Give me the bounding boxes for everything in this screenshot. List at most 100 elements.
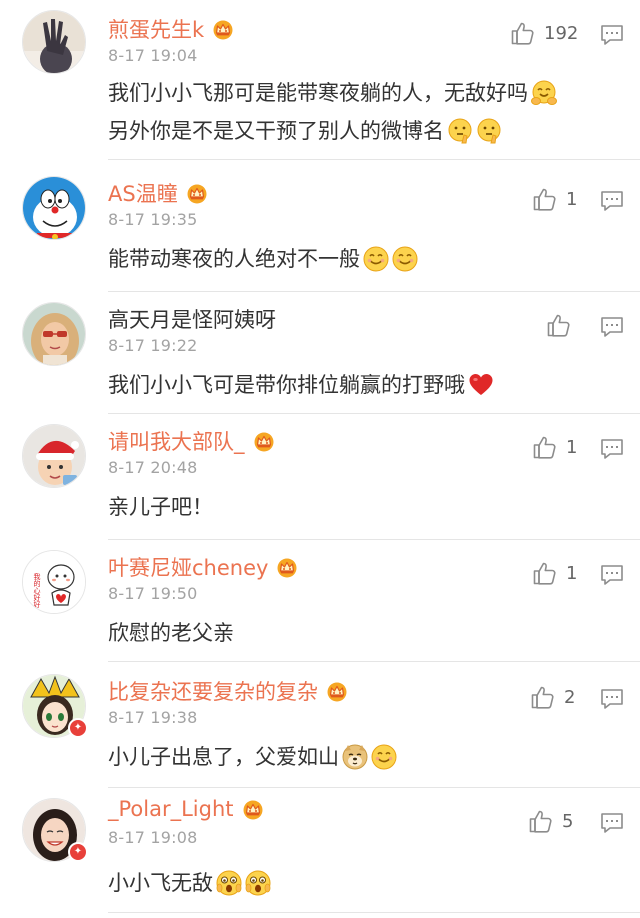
username[interactable]: 高天月是怪阿姨呀 — [108, 304, 276, 334]
like-button[interactable] — [546, 312, 572, 338]
username[interactable]: 比复杂还要复杂的复杂 — [108, 676, 318, 706]
crown-badge-icon — [210, 18, 236, 40]
comment-reply-icon[interactable] — [600, 190, 624, 212]
timestamp: 8-17 19:35 — [108, 210, 198, 229]
comment-line-text: 我们小小飞那可是能带寒夜躺的人，无敌好吗 — [108, 81, 528, 105]
comment-line-text: 欣慰的老父亲 — [108, 621, 234, 645]
comment-reply-icon[interactable] — [600, 688, 624, 710]
comment-item: AS温瞳 8-17 19:35 能带动寒夜的人绝对不一般 1 — [0, 166, 640, 292]
comment-text: 我们小小飞可是带你排位躺赢的打野哦 — [108, 368, 494, 402]
think-emoji-icon — [447, 118, 473, 144]
timestamp: 8-17 19:22 — [108, 336, 198, 355]
doraemon-avatar — [23, 177, 85, 239]
like-button[interactable]: 2 — [530, 684, 575, 710]
comment-text: 欣慰的老父亲 — [108, 616, 234, 650]
comment-reply-icon[interactable] — [600, 24, 624, 46]
username[interactable]: _Polar_Light — [108, 797, 234, 821]
user-avatar[interactable] — [22, 176, 86, 240]
like-count: 2 — [564, 686, 576, 708]
thumbs-up-icon — [532, 560, 558, 586]
name-row: 高天月是怪阿姨呀 — [108, 304, 276, 334]
comment-line: 我们小小飞可是带你排位躺赢的打野哦 — [108, 368, 494, 402]
like-count: 1 — [566, 436, 578, 458]
thumbs-up-icon — [546, 312, 572, 338]
comment-line-text: 另外你是不是又干预了别人的微博名 — [108, 119, 444, 143]
like-count: 1 — [566, 562, 578, 584]
timestamp: 8-17 20:48 — [108, 458, 198, 477]
verified-badge-icon: ✦ — [68, 718, 88, 738]
name-row: 煎蛋先生k — [108, 14, 236, 44]
comment-list: 煎蛋先生k 8-17 19:04 我们小小飞那可是能带寒夜躺的人，无敌好吗 另外… — [0, 0, 640, 918]
username[interactable]: AS温瞳 — [108, 178, 178, 208]
comment-text: 小儿子出息了，父爱如山 — [108, 740, 397, 774]
name-row: 比复杂还要复杂的复杂 — [108, 676, 350, 706]
comment-line-text: 我们小小飞可是带你排位躺赢的打野哦 — [108, 373, 465, 397]
name-row: AS温瞳 — [108, 178, 210, 208]
like-button[interactable]: 5 — [528, 808, 573, 834]
comment-line: 小儿子出息了，父爱如山 — [108, 740, 397, 774]
username[interactable]: 请叫我大部队_ — [108, 426, 245, 456]
divider — [108, 159, 640, 160]
name-row: _Polar_Light — [108, 794, 266, 824]
name-row: 叶赛尼娅cheney — [108, 552, 300, 582]
thumbs-up-icon — [530, 684, 556, 710]
comment-line: 亲儿子吧！ — [108, 490, 213, 524]
comment-item: ✦ _Polar_Light 8-17 19:08 小小飞无敌 5 — [0, 788, 640, 918]
crown-badge-icon — [251, 430, 277, 452]
username[interactable]: 煎蛋先生k — [108, 14, 204, 44]
comment-text: 我们小小飞那可是能带寒夜躺的人，无敌好吗 另外你是不是又干预了别人的微博名 — [108, 76, 557, 148]
crown-badge-icon — [274, 556, 300, 578]
comment-text: 亲儿子吧！ — [108, 490, 213, 524]
think-emoji-icon — [476, 118, 502, 144]
doge-emoji-icon — [342, 744, 368, 770]
user-avatar[interactable]: 我的心好好 — [22, 550, 86, 614]
divider — [108, 661, 640, 662]
comment-line: 能带动寒夜的人绝对不一般 — [108, 242, 418, 276]
shocked-emoji-icon — [245, 870, 271, 896]
timestamp: 8-17 19:50 — [108, 584, 198, 603]
comment-text: 小小飞无敌 — [108, 866, 271, 900]
name-row: 请叫我大部队_ — [108, 426, 277, 456]
user-avatar[interactable] — [22, 302, 86, 366]
thumbs-up-icon — [532, 186, 558, 212]
crown-badge-icon — [240, 798, 266, 820]
comment-reply-icon[interactable] — [600, 564, 624, 586]
smile-emoji-icon — [363, 246, 389, 272]
smile-emoji-icon — [392, 246, 418, 272]
like-button[interactable]: 192 — [510, 20, 578, 46]
comment-reply-icon[interactable] — [600, 438, 624, 460]
comment-item: 煎蛋先生k 8-17 19:04 我们小小飞那可是能带寒夜躺的人，无敌好吗 另外… — [0, 0, 640, 160]
comment-line-text: 小儿子出息了，父爱如山 — [108, 745, 339, 769]
comment-line-text: 亲儿子吧！ — [108, 495, 213, 519]
comment-line: 小小飞无敌 — [108, 866, 271, 900]
crown-badge-icon — [324, 680, 350, 702]
comment-item: 高天月是怪阿姨呀 8-17 19:22 我们小小飞可是带你排位躺赢的打野哦 — [0, 292, 640, 414]
comment-reply-icon[interactable] — [600, 316, 624, 338]
comment-item: 请叫我大部队_ 8-17 20:48 亲儿子吧！ 1 — [0, 414, 640, 540]
timestamp: 8-17 19:38 — [108, 708, 198, 727]
like-count: 1 — [566, 188, 578, 210]
timestamp: 8-17 19:04 — [108, 46, 198, 65]
comment-text: 能带动寒夜的人绝对不一般 — [108, 242, 418, 276]
hug-emoji-icon — [531, 80, 557, 106]
comment-line-text: 能带动寒夜的人绝对不一般 — [108, 247, 360, 271]
smile-emoji-icon — [371, 744, 397, 770]
user-avatar[interactable] — [22, 424, 86, 488]
heart-emoji-icon — [468, 372, 494, 398]
comment-line: 我们小小飞那可是能带寒夜躺的人，无敌好吗 — [108, 76, 557, 110]
like-button[interactable]: 1 — [532, 560, 577, 586]
comment-line: 欣慰的老父亲 — [108, 616, 234, 650]
cartoon-heart-avatar: 我的心好好 — [23, 551, 85, 613]
comment-item: ✦ 比复杂还要复杂的复杂 8-17 19:38 小儿子出息了，父爱如山 2 — [0, 664, 640, 788]
user-avatar[interactable] — [22, 10, 86, 74]
divider — [108, 912, 640, 913]
username[interactable]: 叶赛尼娅cheney — [108, 552, 268, 582]
like-button[interactable]: 1 — [532, 186, 577, 212]
handprint-avatar — [23, 11, 85, 73]
comment-reply-icon[interactable] — [600, 812, 624, 834]
like-count: 5 — [562, 810, 574, 832]
thumbs-up-icon — [510, 20, 536, 46]
crown-badge-icon — [184, 182, 210, 204]
comment-line-text: 小小飞无敌 — [108, 871, 213, 895]
like-button[interactable]: 1 — [532, 434, 577, 460]
